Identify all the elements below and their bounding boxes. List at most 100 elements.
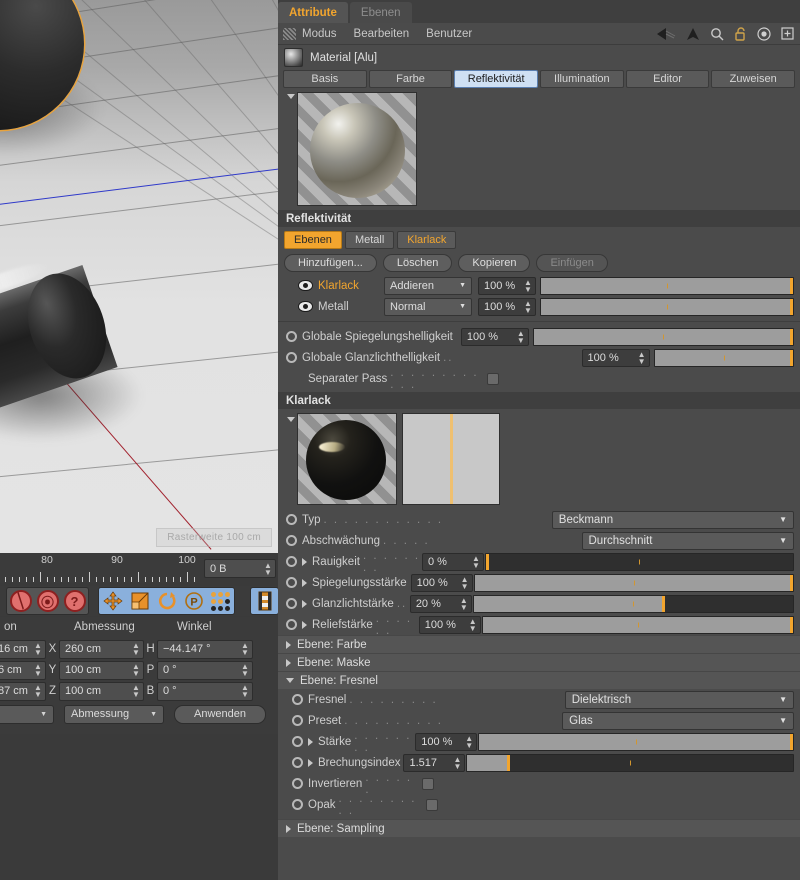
klarlack-spiegelungsstaerke-stepper[interactable]: ▲ ▼	[460, 575, 472, 590]
klarlack-spiegelungsstaerke-slider[interactable]	[473, 573, 794, 592]
fresnel-ior-stepper[interactable]: ▲ ▼	[452, 755, 464, 770]
coord-row-actions[interactable]: ▼ Abmessung ▼ Anwenden	[0, 704, 278, 724]
help-icon[interactable]: ?	[61, 588, 88, 614]
klarlack-abschwaechung-row[interactable]: Abschwächung . . . . . Durchschnitt ▼	[278, 530, 800, 551]
klarlack-reliefstaerke-slider[interactable]	[481, 615, 794, 634]
layer-amount-metall-stepper[interactable]: ▲ ▼	[523, 299, 535, 314]
fresnel-ior-field[interactable]: 1.517 ▲ ▼	[403, 753, 466, 772]
klarlack-rauigkeit-stepper[interactable]: ▲ ▼	[471, 554, 483, 569]
point-mode-icon[interactable]	[207, 588, 234, 614]
klarlack-glanzlichtstaerke-stepper[interactable]: ▲ ▼	[459, 596, 471, 611]
animate-radio-icon[interactable]	[286, 619, 297, 630]
tab-attribute[interactable]: Attribute	[278, 2, 348, 23]
animate-radio-icon[interactable]	[292, 736, 303, 747]
klarlack-rauigkeit-field[interactable]: 0 % ▲ ▼	[421, 552, 484, 571]
layer-amount-metall-slider[interactable]	[540, 297, 794, 316]
menu-benutzer[interactable]: Benutzer	[426, 28, 472, 40]
layer-tab-klarlack[interactable]: Klarlack	[397, 231, 457, 249]
layer-tab-ebenen[interactable]: Ebenen	[284, 231, 342, 249]
klarlack-falloff-graph[interactable]	[402, 413, 500, 505]
layer-amount-klarlack[interactable]: 100 % ▲ ▼	[478, 276, 536, 295]
fresnel-preset-dropdown[interactable]: Glas ▼	[562, 711, 794, 730]
animate-radio-icon[interactable]	[286, 535, 297, 546]
klarlack-rauigkeit-row[interactable]: Rauigkeit . . . . . . . . 0 % ▲ ▼	[278, 550, 800, 574]
layer-amount-metall[interactable]: 100 % ▲ ▼	[478, 297, 536, 316]
viewport-ruler[interactable]: 80 90 100	[0, 553, 200, 583]
animate-radio-icon[interactable]	[292, 778, 303, 789]
add-layer-button[interactable]: Hinzufügen...	[284, 254, 377, 272]
tab-editor[interactable]: Editor	[625, 70, 710, 88]
manager-tabbar[interactable]: Attribute Ebenen	[278, 0, 800, 23]
manager-menubar[interactable]: Modus Bearbeiten Benutzer	[278, 23, 800, 45]
animate-radio-icon[interactable]	[286, 331, 297, 342]
animate-radio-icon[interactable]	[286, 598, 297, 609]
fresnel-type-dropdown[interactable]: Dielektrisch ▼	[564, 690, 795, 709]
global-specular-brightness-row[interactable]: Globale Glanzlichthelligkeit .. 100 % ▲ ▼	[278, 347, 800, 368]
klarlack-reliefstaerke-field[interactable]: 100 % ▲ ▼	[418, 615, 481, 634]
layer-blend-mode-metall[interactable]: Normal ▼	[384, 297, 472, 316]
klarlack-glanzlichtstaerke-slider[interactable]	[472, 594, 794, 613]
klarlack-reliefstaerke-row[interactable]: Reliefstärke . . . . . . 100 % ▲ ▼	[278, 613, 800, 637]
animate-radio-icon[interactable]	[292, 757, 303, 768]
tab-farbe[interactable]: Farbe	[368, 70, 453, 88]
fresnel-preset-row[interactable]: Preset . . . . . . . . . . Glas ▼	[278, 710, 800, 731]
parametric-tool-icon[interactable]: P	[180, 588, 207, 614]
animate-radio-icon[interactable]	[286, 514, 297, 525]
fresnel-strength-stepper[interactable]: ▲ ▼	[464, 734, 476, 749]
separate-pass-checkbox[interactable]	[487, 372, 500, 385]
group-ebene-fresnel[interactable]: Ebene: Fresnel	[278, 671, 800, 689]
animate-radio-icon[interactable]	[292, 799, 303, 810]
expand-maske-icon[interactable]	[286, 658, 291, 667]
klarlack-reliefstaerke-stepper[interactable]: ▲ ▼	[468, 617, 480, 632]
position-x-field[interactable]: 16 cm ▲ ▼	[0, 639, 46, 659]
group-ebene-sampling[interactable]: Ebene: Sampling	[278, 819, 800, 837]
angle-p-stepper[interactable]: ▲ ▼	[240, 663, 252, 678]
transform-tool-group[interactable]: P	[98, 587, 235, 615]
klarlack-glanzlichtstaerke-row[interactable]: Glanzlichtstärke .. 20 % ▲ ▼	[278, 593, 800, 614]
position-x-stepper[interactable]: ▲ ▼	[33, 642, 45, 657]
expand-reliefstaerke-icon[interactable]	[302, 620, 307, 629]
collapse-fresnel-icon[interactable]	[286, 678, 294, 683]
global-reflection-brightness-stepper[interactable]: ▲ ▼	[516, 329, 528, 344]
material-preview[interactable]	[297, 92, 417, 206]
menu-modus[interactable]: Modus	[302, 28, 337, 40]
angle-b-field[interactable]: 0 ° ▲ ▼	[157, 681, 253, 701]
render-view-group[interactable]	[250, 587, 279, 615]
angle-b-stepper[interactable]: ▲ ▼	[240, 684, 252, 699]
layer-name-klarlack[interactable]: Klarlack	[318, 280, 384, 292]
position-z-stepper[interactable]: ▲ ▼	[33, 684, 45, 699]
layer-tab-metall[interactable]: Metall	[344, 231, 395, 249]
expand-farbe-icon[interactable]	[286, 640, 291, 649]
fresnel-strength-field[interactable]: 100 % ▲ ▼	[415, 732, 478, 751]
expand-rauigkeit-icon[interactable]	[302, 557, 307, 566]
global-specular-brightness-stepper[interactable]: ▲ ▼	[637, 350, 649, 365]
paste-layer-button[interactable]: Einfügen	[536, 254, 608, 272]
add-icon[interactable]	[781, 27, 794, 40]
unit-field-stepper[interactable]: ▲ ▼	[263, 561, 275, 576]
delete-layer-button[interactable]: Löschen	[382, 254, 453, 272]
klarlack-rauigkeit-slider[interactable]	[484, 552, 794, 571]
animate-radio-icon[interactable]	[286, 556, 297, 567]
animate-radio-icon[interactable]	[292, 694, 303, 705]
tab-illumination[interactable]: Illumination	[540, 70, 624, 88]
expand-glanzlichtstaerke-icon[interactable]	[302, 599, 307, 608]
fresnel-ior-row[interactable]: Brechungsindex 1.517 ▲ ▼	[278, 752, 800, 773]
coord-row-x[interactable]: 16 cm ▲ ▼ X 260 cm ▲ ▼ H −44.147 ° ▲ ▼	[0, 639, 278, 659]
fresnel-opaque-row[interactable]: Opak . . . . . . . . . .	[278, 793, 800, 817]
move-tool-icon[interactable]	[99, 588, 126, 614]
position-y-stepper[interactable]: ▲ ▼	[33, 663, 45, 678]
global-specular-brightness-field[interactable]: 100 % ▲ ▼	[581, 348, 650, 367]
rotate-tool-icon[interactable]	[153, 588, 180, 614]
collapse-preview-icon[interactable]	[287, 94, 295, 99]
dimension-z-stepper[interactable]: ▲ ▼	[131, 684, 143, 699]
eye-icon[interactable]	[298, 280, 313, 291]
fresnel-strength-row[interactable]: Stärke . . . . . . . . 100 % ▲ ▼	[278, 730, 800, 754]
property-tabs[interactable]: Basis Farbe Reflektivität Illumination E…	[283, 70, 796, 88]
fresnel-type-row[interactable]: Fresnel . . . . . . . . . Dielektrisch ▼	[278, 689, 800, 710]
angle-h-stepper[interactable]: ▲ ▼	[240, 642, 252, 657]
collapse-klarlack-icon[interactable]	[287, 417, 295, 422]
position-z-field[interactable]: 87 cm ▲ ▼	[0, 681, 46, 701]
expand-staerke-icon[interactable]	[308, 737, 313, 746]
fresnel-invert-checkbox[interactable]	[422, 777, 435, 790]
tab-zuweisen[interactable]: Zuweisen	[711, 70, 796, 88]
